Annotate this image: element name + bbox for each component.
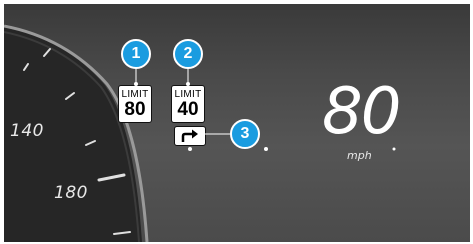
gauge-label-180: 180 [54, 183, 88, 203]
speed-limit-value: 80 [124, 99, 146, 120]
gauge-label-140: 140 [10, 121, 44, 141]
callout-badge-3: 3 [230, 119, 260, 149]
speed-limit-value: 40 [177, 99, 199, 120]
current-speed-value: 80 [322, 75, 401, 149]
callout-leader [202, 133, 232, 135]
speed-unit-label: mph [347, 149, 372, 162]
callout-badge-1: 1 [121, 39, 151, 69]
instrument-cluster-display: 140 180 LIMIT 80 LIMIT 40 1 2 3 80 mph [4, 4, 470, 242]
arrow-right-turn-icon [181, 129, 198, 142]
screenshot-frame: 140 180 LIMIT 80 LIMIT 40 1 2 3 80 mph [0, 0, 473, 244]
speed-limit-sign-upcoming: LIMIT 40 [171, 85, 205, 123]
callout-badge-2: 2 [173, 39, 203, 69]
speed-limit-sign-current: LIMIT 80 [118, 85, 152, 123]
